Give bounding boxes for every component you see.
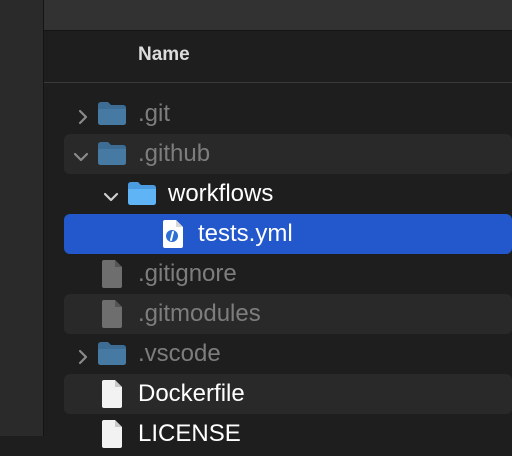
name-column-header[interactable]: Name: [138, 44, 190, 66]
sidebar: [0, 0, 43, 436]
folder-icon: [97, 140, 127, 173]
file-name: .gitmodules: [138, 300, 261, 327]
list-item-tests-yml[interactable]: tests.yml: [64, 214, 512, 254]
file-name: .gitignore: [138, 260, 237, 287]
folder-icon: [97, 100, 127, 133]
file-name: workflows: [168, 180, 274, 207]
list-item-git[interactable]: .git: [64, 94, 512, 134]
file-name: LICENSE: [138, 420, 241, 447]
folder-icon: [127, 180, 157, 213]
toolbar: [44, 0, 512, 31]
chevron-right-icon[interactable]: [74, 345, 92, 365]
chevron-right-icon[interactable]: [74, 105, 92, 125]
yaml-file-icon: [161, 219, 185, 256]
document-icon: [100, 419, 124, 456]
list-item-dockerfile[interactable]: Dockerfile: [64, 374, 512, 414]
file-name: .git: [138, 100, 171, 127]
chevron-down-icon[interactable]: [102, 185, 120, 203]
list-item-workflows[interactable]: workflows: [64, 174, 512, 214]
list-item-license[interactable]: LICENSE: [64, 414, 512, 454]
list-item-vscode[interactable]: .vscode: [64, 334, 512, 374]
file-name: .vscode: [138, 340, 221, 367]
list-item-gitmodules[interactable]: .gitmodules: [64, 294, 512, 334]
list-item-github[interactable]: .github: [64, 134, 512, 174]
folder-icon: [97, 340, 127, 373]
document-icon: [100, 299, 124, 336]
file-list: .git .github workflows tests.yml .gitign…: [64, 94, 512, 454]
column-header: Name: [44, 31, 512, 83]
file-name: tests.yml: [198, 220, 293, 247]
file-name: .github: [138, 140, 211, 167]
file-name: Dockerfile: [138, 380, 245, 407]
list-item-gitignore[interactable]: .gitignore: [64, 254, 512, 294]
chevron-down-icon[interactable]: [72, 145, 90, 163]
document-icon: [100, 379, 124, 416]
document-icon: [100, 259, 124, 296]
